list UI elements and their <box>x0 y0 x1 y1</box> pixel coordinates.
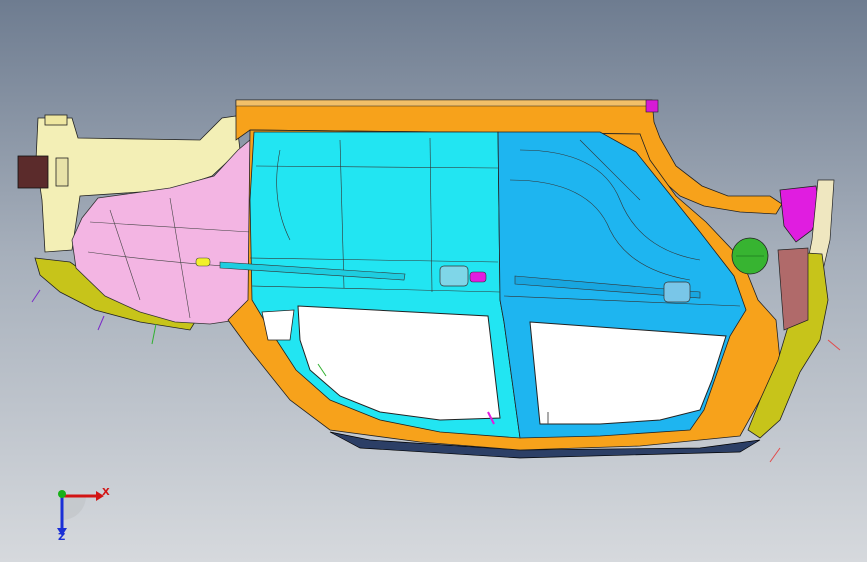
x-axis-label: X <box>102 487 110 498</box>
rear-door-handle-part[interactable] <box>663 281 691 303</box>
car-body-side-model[interactable] <box>0 0 867 562</box>
rear-window-opening <box>529 321 727 425</box>
hinge-block-part[interactable] <box>17 155 49 189</box>
3d-viewport[interactable]: X Z <box>0 0 867 562</box>
front-door-handle-part[interactable] <box>439 265 469 287</box>
z-axis-label: Z <box>58 532 66 543</box>
